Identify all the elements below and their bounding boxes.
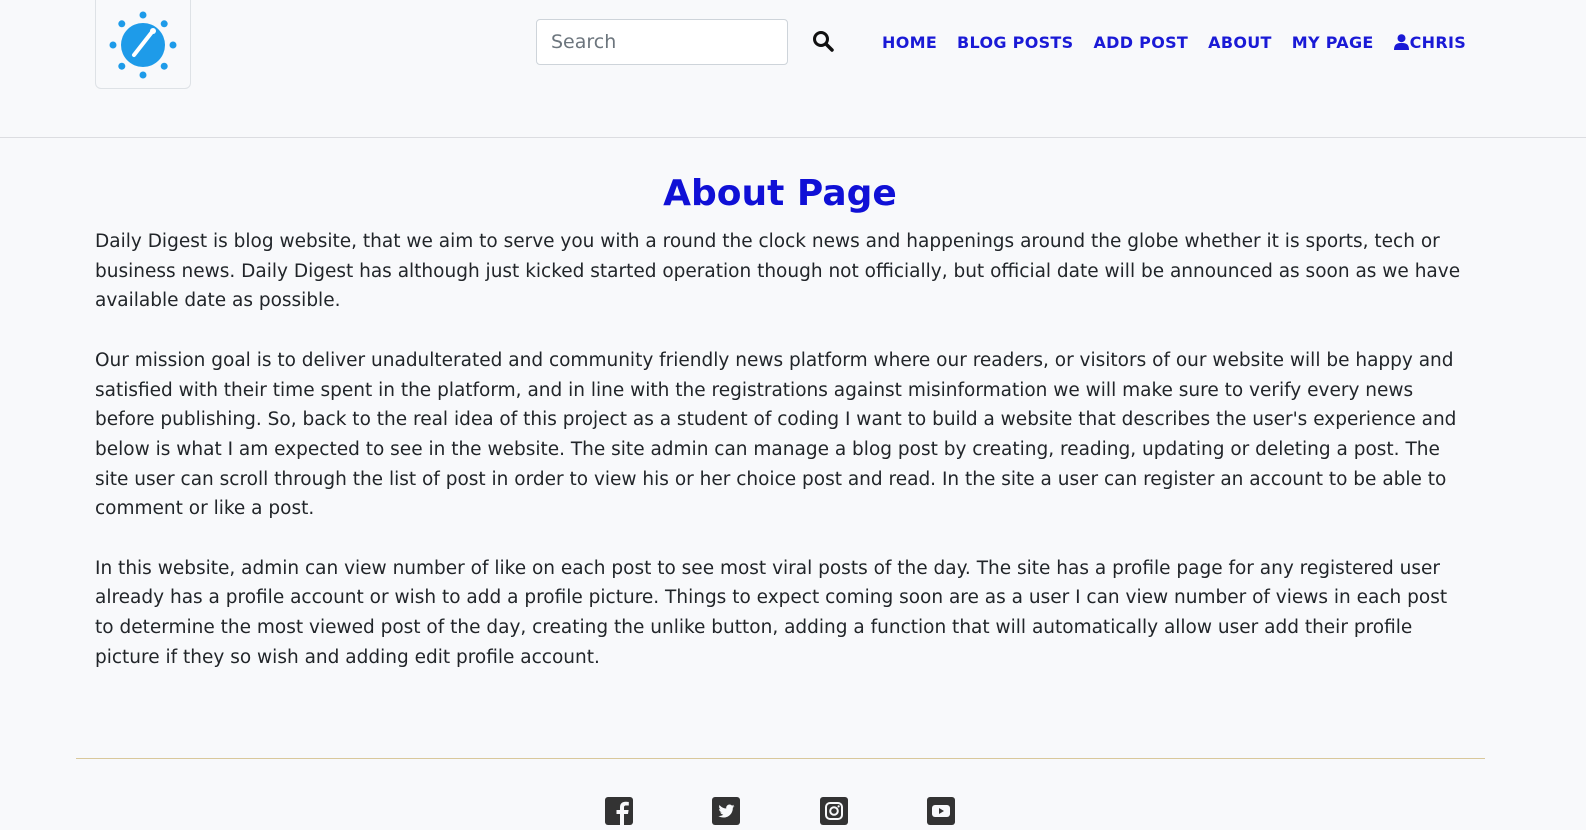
main-nav: HOME BLOG POSTS ADD POST ABOUT MY PAGE C… <box>872 28 1476 56</box>
facebook-link[interactable] <box>604 796 634 826</box>
nav-add-post[interactable]: ADD POST <box>1093 33 1188 52</box>
twitter-link[interactable] <box>711 796 741 826</box>
youtube-link[interactable] <box>926 796 956 826</box>
nav-blog-posts[interactable]: BLOG POSTS <box>957 33 1073 52</box>
search-button[interactable] <box>806 24 840 58</box>
nav-my-page[interactable]: MY PAGE <box>1292 33 1374 52</box>
facebook-icon <box>605 797 633 826</box>
footer-divider <box>76 758 1485 759</box>
nav-user-label: CHRIS <box>1409 32 1467 52</box>
nav-home[interactable]: HOME <box>882 33 937 52</box>
nav-about[interactable]: ABOUT <box>1208 33 1272 52</box>
about-paragraph: Our mission goal is to deliver unadulter… <box>95 349 1457 520</box>
about-paragraph: Daily Digest is blog website, that we ai… <box>95 231 1461 312</box>
instagram-icon <box>820 797 848 825</box>
site-logo[interactable] <box>95 0 191 89</box>
site-header: HOME BLOG POSTS ADD POST ABOUT MY PAGE C… <box>0 0 1586 138</box>
search-input[interactable] <box>536 19 788 65</box>
about-content: About Page Daily Digest is blog website,… <box>95 165 1465 702</box>
nav-user[interactable]: CHRIS <box>1393 32 1467 52</box>
youtube-icon <box>927 797 955 825</box>
instagram-link[interactable] <box>819 796 849 826</box>
twitter-icon <box>712 797 740 825</box>
compass-sun-icon <box>109 11 177 78</box>
user-icon <box>1393 34 1409 50</box>
page-title: About Page <box>663 173 897 214</box>
search-icon <box>813 31 834 52</box>
about-paragraph: In this website, admin can view number o… <box>95 557 1448 668</box>
